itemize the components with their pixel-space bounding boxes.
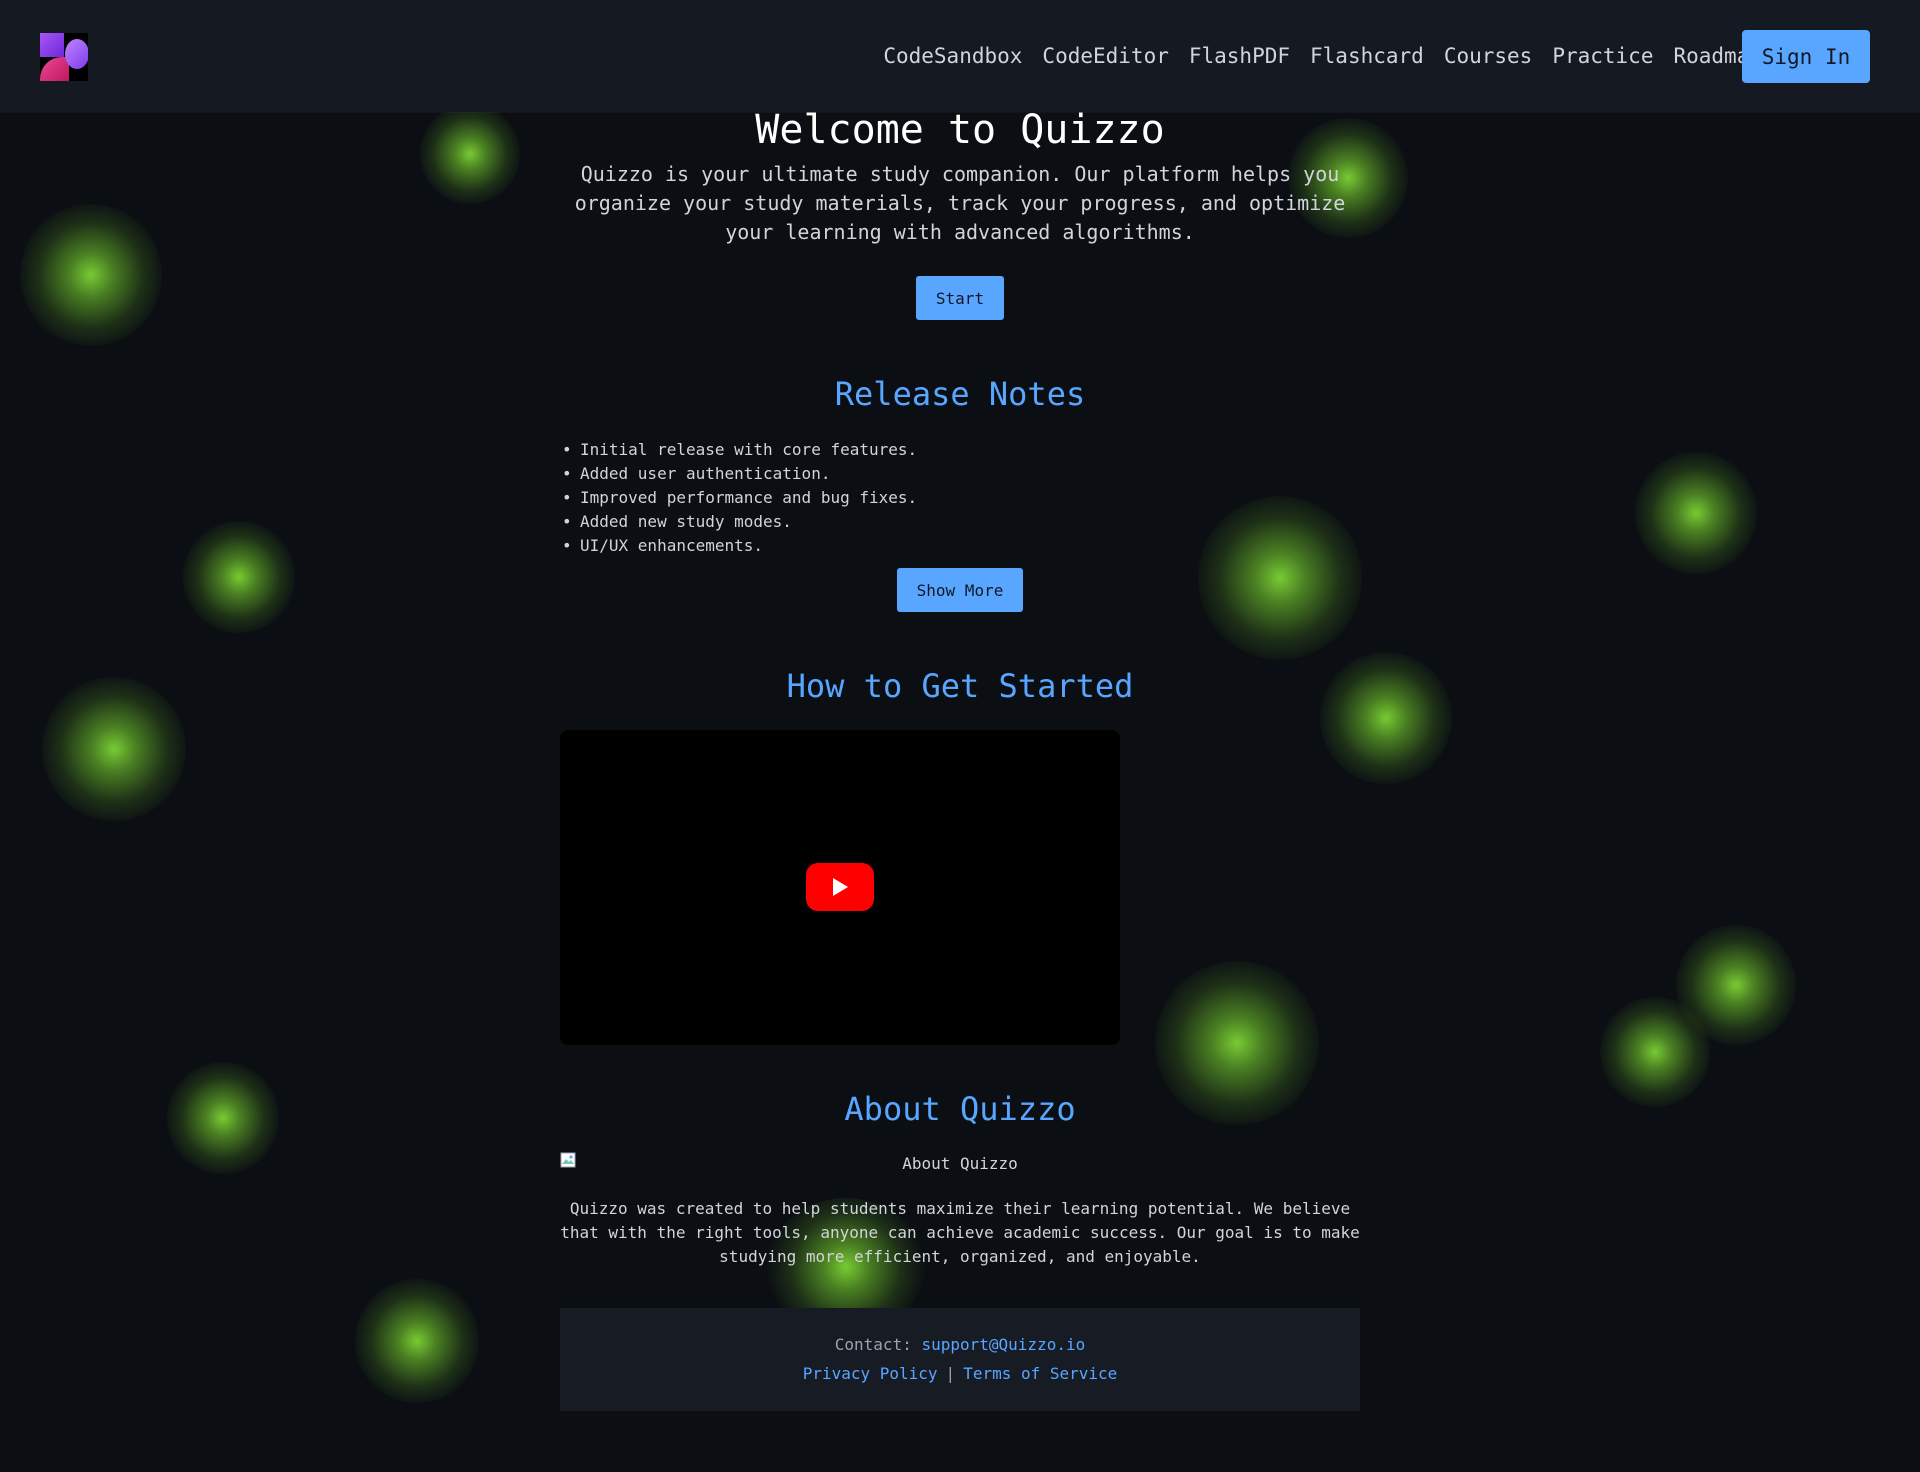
glow-particle	[167, 1062, 279, 1174]
broken-image-icon	[560, 1152, 576, 1168]
about-description: Quizzo was created to help students maxi…	[560, 1199, 1360, 1266]
quizzo-logo-icon[interactable]	[40, 33, 88, 81]
glow-particle	[1676, 925, 1796, 1045]
contact-email-link[interactable]: support@Quizzo.io	[921, 1335, 1085, 1354]
nav-link-codeeditor[interactable]: CodeEditor	[1042, 44, 1168, 68]
glow-particle	[1600, 997, 1710, 1107]
about-title: About Quizzo	[844, 1090, 1076, 1128]
get-started-title: How to Get Started	[786, 667, 1134, 705]
nav-link-courses[interactable]: Courses	[1444, 44, 1533, 68]
glow-particle	[42, 677, 186, 821]
glow-particle	[355, 1279, 479, 1403]
youtube-play-icon[interactable]	[806, 863, 874, 911]
about-image: About Quizzo	[560, 1152, 1360, 1176]
play-triangle-icon	[833, 878, 848, 896]
sign-in-button[interactable]: Sign In	[1742, 30, 1870, 83]
list-item: • Added user authentication.	[562, 464, 831, 483]
nav-links: CodeSandbox CodeEditor FlashPDF Flashcar…	[883, 38, 1762, 74]
nav-link-flashpdf[interactable]: FlashPDF	[1189, 44, 1290, 68]
main-content: Welcome to Quizzo Quizzo is your ultimat…	[560, 0, 1360, 1472]
release-notes-list: • Initial release with core features. • Ad…	[560, 438, 1360, 558]
nav-link-practice[interactable]: Practice	[1552, 44, 1653, 68]
show-more-button[interactable]: Show More	[897, 568, 1023, 612]
footer-links: Privacy Policy | Terms of Service	[560, 1362, 1360, 1386]
terms-of-service-link[interactable]: Terms of Service	[963, 1364, 1117, 1383]
start-button[interactable]: Start	[916, 276, 1004, 320]
list-item: • Improved performance and bug fixes.	[562, 488, 918, 507]
hero-description: Quizzo is your ultimate study companion.…	[574, 162, 1346, 244]
release-notes-title: Release Notes	[834, 375, 1086, 413]
nav-link-flashcard[interactable]: Flashcard	[1310, 44, 1424, 68]
glow-particle	[20, 204, 162, 346]
list-item: • UI/UX enhancements.	[562, 536, 764, 555]
glow-particle	[183, 521, 295, 633]
privacy-policy-link[interactable]: Privacy Policy	[803, 1364, 938, 1383]
navbar: CodeSandbox CodeEditor FlashPDF Flashcar…	[0, 0, 1920, 112]
footer: Contact: support@Quizzo.io Privacy Polic…	[560, 1308, 1360, 1411]
video-embed[interactable]	[560, 730, 1120, 1045]
about-image-alt: About Quizzo	[902, 1154, 1018, 1173]
footer-contact: Contact: support@Quizzo.io	[560, 1333, 1360, 1357]
list-item: • Initial release with core features.	[562, 440, 918, 459]
glow-particle	[1635, 452, 1757, 574]
nav-link-codesandbox[interactable]: CodeSandbox	[883, 44, 1022, 68]
contact-label: Contact:	[834, 1335, 912, 1354]
list-item: • Added new study modes.	[562, 512, 792, 531]
glow-particle	[420, 104, 520, 204]
footer-separator: |	[945, 1364, 956, 1383]
